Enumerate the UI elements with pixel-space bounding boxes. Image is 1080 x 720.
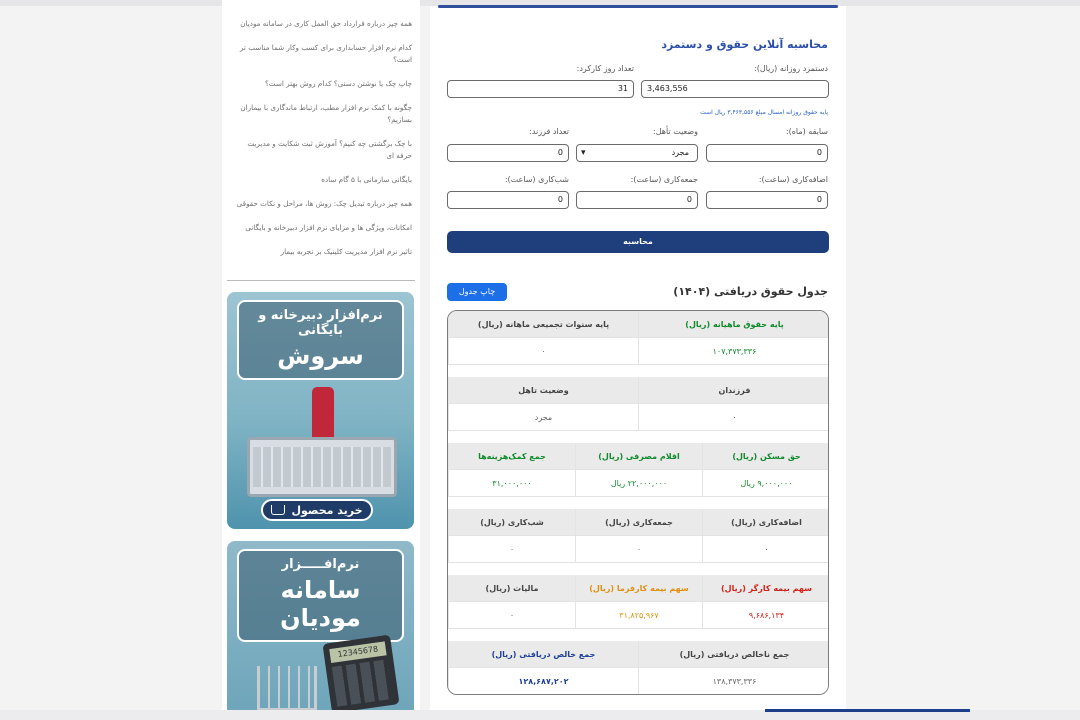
worker-insurance-header: سهم بیمه کارگر (ریال) [702,575,828,602]
banner-subtitle: نرم‌افزار دبیرخانه و بایگانی [258,308,383,338]
children-input[interactable]: 0 [447,144,569,162]
related-posts-list: همه چیز درباره قرارداد حق العمل کاری در … [232,18,412,270]
net-total-header: جمع خالص دریافتی (ریال) [448,641,638,668]
overtime-label: اضافه‌کاری (ساعت): [758,175,828,184]
related-post-link[interactable]: همه چیز درباره قرارداد حق العمل کاری در … [232,18,412,30]
keyboard-illustration [253,447,391,487]
buy-product-button[interactable]: خرید محصول [261,499,373,521]
overtime-input[interactable]: 0 [706,191,828,209]
consumables-value: ۲۲,۰۰۰,۰۰۰ ریال [575,470,702,497]
workdays-label: تعداد روز کارکرد: [576,64,634,73]
related-post-link[interactable]: با چک برگشتی چه کنیم؟ آموزش ثبت شکایت و … [232,138,412,162]
tax-header: مالیات (ریال) [448,575,575,602]
night-work-label: شب‌کاری (ساعت): [504,175,569,184]
results-table: پایه حقوق ماهیانه (ریال) ۱۰۷,۳۷۳,۳۳۶ پای… [447,310,829,695]
tax-value: ۰ [448,602,575,629]
night-pay-value: ۰ [448,536,575,563]
marital-status-value: مجرد [448,404,638,431]
bottom-accent [765,709,970,712]
children-value: ۰ [638,404,828,431]
row-gap [448,497,828,509]
experience-label: سابقه (ماه): [785,127,828,136]
daily-wage-input[interactable]: 3,463,556 [641,80,829,98]
main-top-accent [438,5,838,8]
night-pay-header: شب‌کاری (ریال) [448,509,575,536]
row-gap [448,629,828,641]
sidebar-divider [227,280,415,281]
children-label: تعداد فرزند: [529,127,569,136]
soroush-banner[interactable]: نرم‌افزار دبیرخانه و بایگانی سروش خرید م… [227,292,414,529]
calculator-title: محاسبه آنلاین حقوق و دستمزد [661,38,828,51]
row-gap [448,365,828,377]
banner-title-box: نرم‌افـــــزار سامانه مودیان [237,549,404,642]
employer-insurance-header: سهم بیمه کارفرما (ریال) [575,575,702,602]
housing-allowance-header: حق مسکن (ریال) [702,443,828,470]
base-salary-header: پایه حقوق ماهیانه (ریال) [638,311,828,338]
banner-subtitle: نرم‌افـــــزار [281,557,360,572]
buy-label: خرید محصول [291,503,363,517]
related-post-link[interactable]: بایگانی سازمانی با ۵ گام ساده [232,174,412,186]
related-post-link[interactable]: همه چیز درباره تبدیل چک: روش ها، مراحل و… [232,198,412,210]
marital-select[interactable]: مجرد ▾ [576,144,698,162]
cart-icon [271,505,286,515]
marital-status-header: وضعیت تاهل [448,377,638,404]
gross-total-header: جمع ناخالص دریافتی (ریال) [638,641,828,668]
calculate-button[interactable]: محاسبه [447,231,829,253]
sidebar: همه چیز درباره قرارداد حق العمل کاری در … [222,0,420,720]
net-total-value: ۱۲۸,۶۸۷,۲۰۲ [448,668,638,694]
experience-input[interactable]: 0 [706,144,828,162]
allowances-total-value: ۳۱,۰۰۰,۰۰۰ [448,470,575,497]
overtime-pay-header: اضافه‌کاری (ریال) [702,509,828,536]
marital-selected: مجرد [671,148,689,157]
related-post-link[interactable]: چاپ چک یا نوشتن دستی؟ کدام روش بهتر است؟ [232,78,412,90]
daily-wage-label: دستمزد روزانه (ریال): [754,64,828,73]
shopping-cart-illustration [257,666,317,711]
children-header: فرزندان [638,377,828,404]
related-post-link[interactable]: امکانات، ویژگی ها و مزایای نرم افزار دبی… [232,222,412,234]
banner-title: سروش [277,342,364,370]
row-gap [448,563,828,575]
calculator-keys [331,659,393,707]
marital-label: وضعیت تأهل: [653,127,698,136]
worker-insurance-value: ۹,۶۸۶,۱۳۴ [702,602,828,629]
seniority-base-header: پایه سنوات تجمیعی ماهانه (ریال) [448,311,638,338]
allowances-total-header: جمع کمک‌هزینه‌ها [448,443,575,470]
base-salary-value: ۱۰۷,۳۷۳,۳۳۶ [638,338,828,365]
moadian-banner[interactable]: نرم‌افـــــزار سامانه مودیان 12345678 [227,541,414,716]
consumables-header: اقلام مصرفی (ریال) [575,443,702,470]
friday-work-label: جمعه‌کاری (ساعت): [630,175,698,184]
print-table-button[interactable]: چاپ جدول [447,283,507,301]
housing-allowance-value: ۹,۰۰۰,۰۰۰ ریال [702,470,828,497]
related-post-link[interactable]: کدام نرم افزار حسابداری برای کسب وکار شم… [232,42,412,66]
friday-pay-header: جمعه‌کاری (ریال) [575,509,702,536]
friday-pay-value: ۰ [575,536,702,563]
related-post-link[interactable]: چگونه با کمک نرم افزار مطب، ارتباط ماندگ… [232,102,412,126]
row-gap [448,431,828,443]
overtime-pay-value: ۰ [702,536,828,563]
banner-title-box: نرم‌افزار دبیرخانه و بایگانی سروش [237,300,404,380]
friday-work-input[interactable]: 0 [576,191,698,209]
banner-title: سامانه مودیان [280,576,361,632]
calculator-illustration: 12345678 [322,634,400,714]
gross-total-value: ۱۳۸,۳۷۳,۳۳۶ [638,668,828,694]
results-table-title: جدول حقوق دریافتی (۱۴۰۴) [673,285,828,298]
night-work-input[interactable]: 0 [447,191,569,209]
seniority-base-value: ۰ [448,338,638,365]
employer-insurance-value: ۳۱,۸۲۵,۹۶۷ [575,602,702,629]
workdays-input[interactable]: 31 [447,80,634,98]
daily-wage-hint: پایه حقوق روزانه امسال مبلغ ۳,۴۶۳,۵۵۶ ری… [700,109,828,116]
related-post-link[interactable]: تاثیر نرم افزار مدیریت کلینیک بر تجربه ب… [232,246,412,258]
chevron-down-icon: ▾ [581,148,586,158]
